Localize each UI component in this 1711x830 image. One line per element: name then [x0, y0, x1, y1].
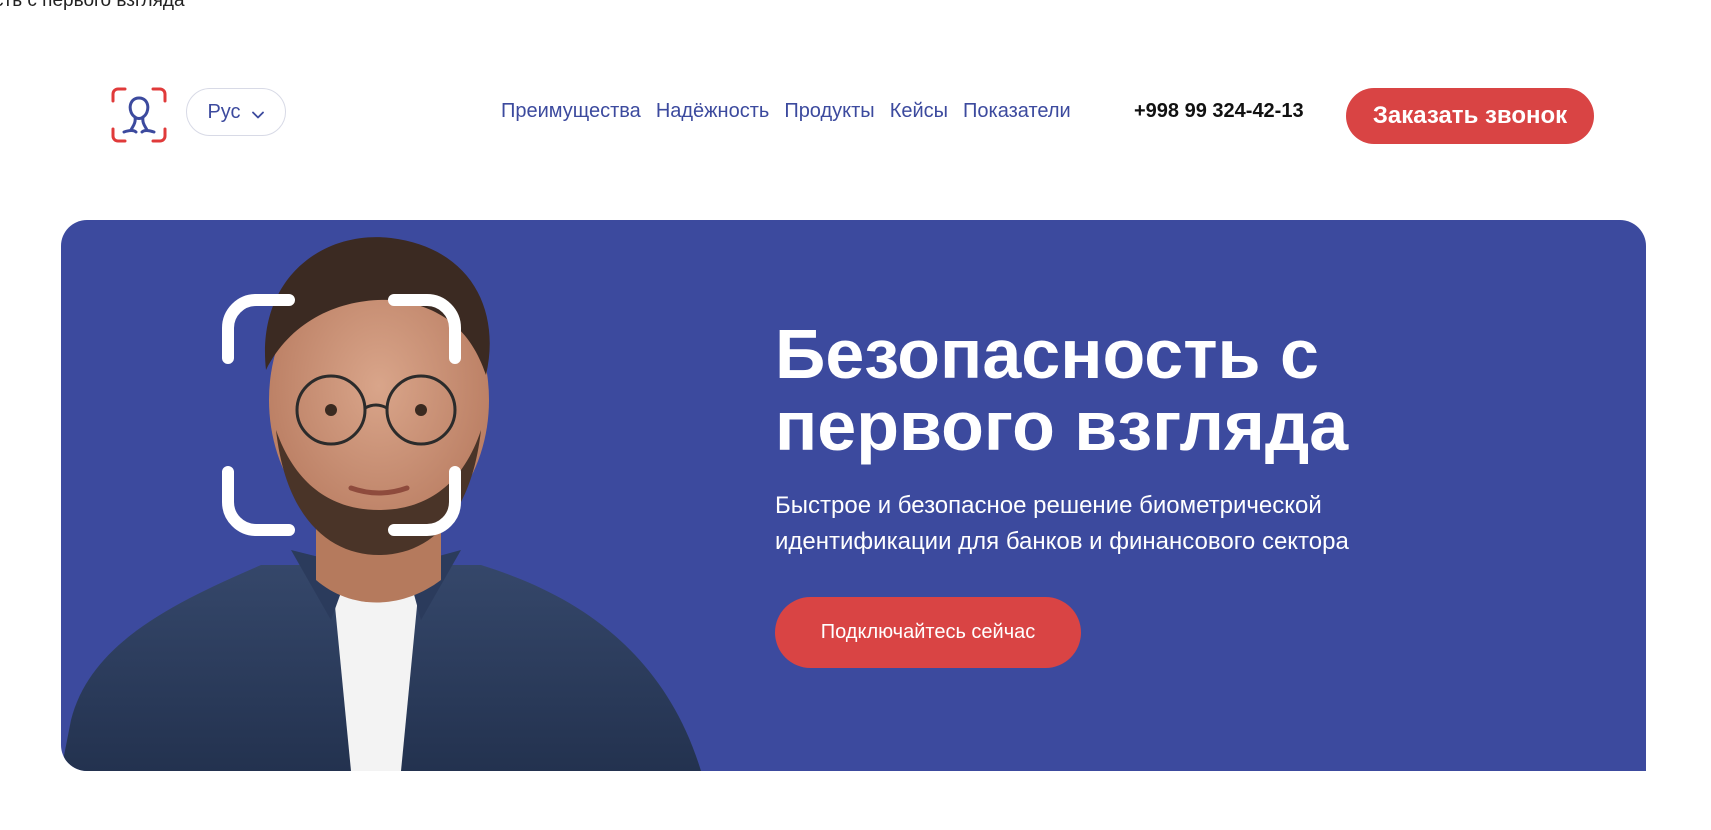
- connect-now-button[interactable]: Подключайтесь сейчас: [775, 597, 1081, 668]
- language-selected-label: Рус: [207, 100, 241, 123]
- main-nav: Преимущества Надёжность Продукты Кейсы П…: [501, 100, 1071, 123]
- nav-item-reliability[interactable]: Надёжность: [656, 100, 770, 123]
- language-select[interactable]: Рус: [186, 88, 286, 136]
- hero-subtitle: Быстрое и безопасное решение биометричес…: [775, 488, 1475, 560]
- hero-title-line-2: первого взгляда: [775, 387, 1349, 465]
- page: сть с первого взгляда Рус Преимущества Н…: [0, 0, 1711, 830]
- chevron-down-icon: [251, 105, 265, 119]
- page-title-fragment: сть с первого взгляда: [0, 0, 185, 11]
- site-header: Рус Преимущества Надёжность Продукты Кей…: [0, 80, 1711, 144]
- face-id-logo-icon[interactable]: [110, 86, 168, 144]
- nav-item-advantages[interactable]: Преимущества: [501, 100, 641, 123]
- nav-item-metrics[interactable]: Показатели: [963, 100, 1071, 123]
- phone-link[interactable]: +998 99 324-42-13: [1134, 100, 1304, 123]
- order-call-button[interactable]: Заказать звонок: [1346, 88, 1594, 144]
- hero-portrait-image: [61, 237, 701, 771]
- nav-item-products[interactable]: Продукты: [784, 100, 874, 123]
- hero-banner: Безопасность с первого взгляда Быстрое и…: [61, 220, 1646, 771]
- hero-title: Безопасность с первого взгляда: [775, 318, 1495, 462]
- hero-subtitle-line-1: Быстрое и безопасное решение биометричес…: [775, 492, 1322, 519]
- nav-item-cases[interactable]: Кейсы: [890, 100, 948, 123]
- hero-title-line-1: Безопасность с: [775, 315, 1319, 393]
- hero-subtitle-line-2: идентификации для банков и финансового с…: [775, 528, 1349, 555]
